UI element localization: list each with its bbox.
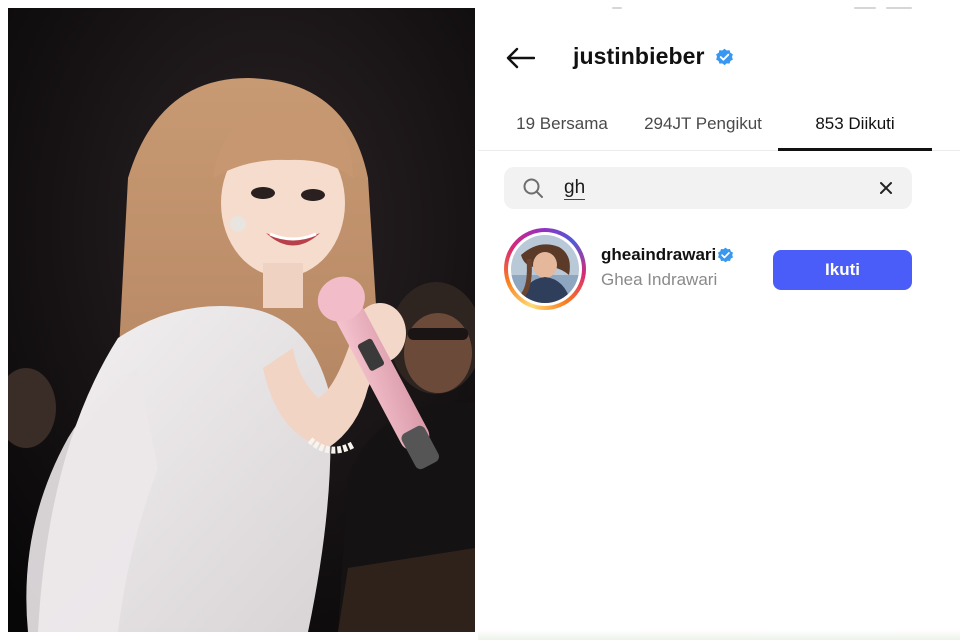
arrow-left-icon — [506, 47, 535, 69]
profile-tabs: 19 Bersama 294JT Pengikut 853 Diikuti — [478, 102, 960, 152]
bottom-edge — [478, 630, 960, 640]
result-full-name: Ghea Indrawari — [601, 270, 718, 289]
follow-button[interactable]: Ikuti — [773, 250, 912, 290]
active-tab-indicator — [778, 148, 932, 151]
verified-badge-icon — [716, 48, 733, 66]
verified-badge-icon — [718, 247, 733, 263]
following-screen: justinbieber 19 Bersama 294JT Pengikut 8… — [478, 0, 960, 640]
tab-followers[interactable]: 294JT Pengikut — [628, 102, 778, 146]
concert-photo — [8, 8, 475, 632]
back-button[interactable] — [500, 42, 540, 74]
search-icon — [523, 178, 543, 198]
profile-username: justinbieber — [573, 43, 705, 69]
avatar[interactable] — [511, 235, 579, 303]
profile-header: justinbieber — [478, 30, 960, 86]
search-input[interactable]: gh — [504, 167, 912, 209]
tab-following[interactable]: 853 Diikuti — [778, 102, 932, 146]
tab-mutual[interactable]: 19 Bersama — [492, 102, 632, 146]
close-icon — [880, 182, 892, 194]
search-query[interactable]: gh — [564, 177, 586, 200]
result-username: gheaindrawari — [601, 245, 717, 264]
clear-search-button[interactable] — [876, 178, 896, 198]
